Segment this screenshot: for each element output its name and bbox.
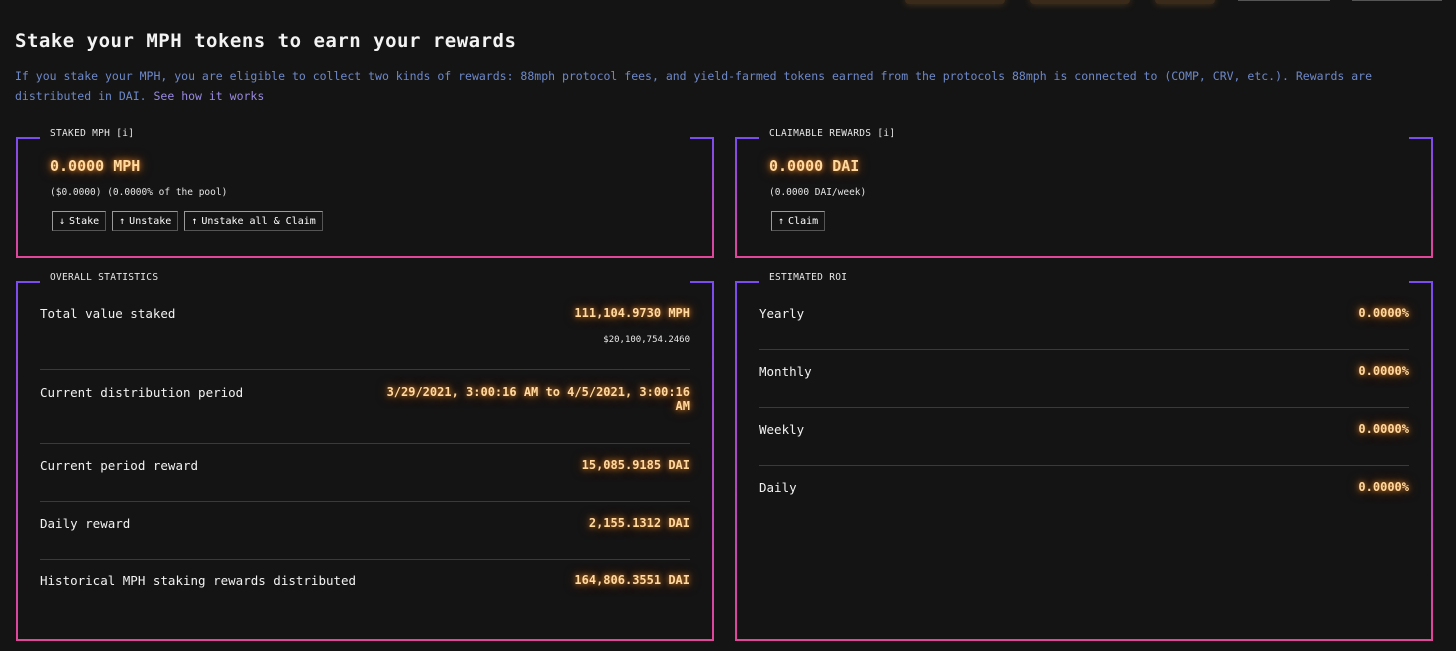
staked-amount: 0.0000 MPH [50, 157, 141, 175]
card-label: STAKED MPH [i] [50, 128, 135, 139]
divider [40, 369, 690, 370]
card-label: ESTIMATED ROI [769, 272, 848, 283]
divider [759, 349, 1409, 350]
divider [40, 443, 690, 444]
claim-actions: ↑ Claim [771, 211, 831, 231]
stat-subvalue-row: $20,100,754.2460 [40, 335, 690, 345]
claimable-detail: (0.0000 DAI/week) [769, 187, 867, 198]
top-nav-item[interactable] [1030, 0, 1130, 4]
top-bar [0, 0, 1456, 6]
claim-button[interactable]: ↑ Claim [771, 211, 826, 231]
roi-value: 0.0000% [1358, 364, 1409, 378]
stat-value: 2,155.1312 DAI [588, 516, 690, 530]
claimable-amount: 0.0000 DAI [769, 157, 860, 175]
stat-row-historical-rewards: Historical MPH staking rewards distribut… [40, 573, 690, 588]
claimable-rewards-card: CLAIMABLE REWARDS [i] 0.0000 DAI (0.0000… [735, 128, 1433, 258]
stat-row-distribution-period: Current distribution period 3/29/2021, 3… [40, 385, 690, 413]
roi-row-daily: Daily 0.0000% [759, 480, 1409, 495]
staked-detail: ($0.0000) (0.0000% of the pool) [50, 187, 228, 198]
page-description: If you stake your MPH, you are eligible … [15, 66, 1435, 106]
staked-mph-card: STAKED MPH [i] 0.0000 MPH ($0.0000) (0.0… [16, 128, 714, 258]
stat-row-current-period-reward: Current period reward 15,085.9185 DAI [40, 458, 690, 473]
roi-value: 0.0000% [1358, 480, 1409, 494]
roi-value: 0.0000% [1358, 306, 1409, 320]
divider [40, 501, 690, 502]
roi-value: 0.0000% [1358, 422, 1409, 436]
top-tab[interactable] [1352, 0, 1442, 1]
arrow-up-icon: ↑ [191, 215, 198, 227]
top-tab[interactable] [1238, 0, 1330, 1]
roi-row-yearly: Yearly 0.0000% [759, 306, 1409, 321]
see-how-it-works-link[interactable]: See how it works [154, 89, 265, 103]
divider [759, 407, 1409, 408]
estimated-roi-card: ESTIMATED ROI Yearly 0.0000% Monthly 0.0… [735, 272, 1433, 641]
stat-value: 3/29/2021, 3:00:16 AM to 4/5/2021, 3:00:… [386, 385, 690, 413]
stat-row-total-value-staked: Total value staked 111,104.9730 MPH [40, 306, 690, 321]
top-nav-item[interactable] [1155, 0, 1215, 4]
stat-subvalue: $20,100,754.2460 [603, 335, 690, 345]
arrow-down-icon: ↓ [59, 215, 66, 227]
arrow-up-icon: ↑ [778, 215, 785, 227]
stat-value: 164,806.3551 DAI [574, 573, 690, 587]
roi-row-weekly: Weekly 0.0000% [759, 422, 1409, 437]
card-label: CLAIMABLE REWARDS [i] [769, 128, 896, 139]
divider [759, 465, 1409, 466]
top-nav-item[interactable] [905, 0, 1005, 4]
unstake-all-claim-button[interactable]: ↑ Unstake all & Claim [184, 211, 323, 231]
stake-button[interactable]: ↓ Stake [52, 211, 107, 231]
stat-value: 111,104.9730 MPH [574, 306, 690, 320]
card-label: OVERALL STATISTICS [50, 272, 159, 283]
stat-row-daily-reward: Daily reward 2,155.1312 DAI [40, 516, 690, 531]
stat-value: 15,085.9185 DAI [581, 458, 690, 472]
unstake-button[interactable]: ↑ Unstake [112, 211, 179, 231]
divider [40, 559, 690, 560]
page-title: Stake your MPH tokens to earn your rewar… [15, 30, 517, 52]
overall-statistics-card: OVERALL STATISTICS Total value staked 11… [16, 272, 714, 641]
staking-actions: ↓ Stake ↑ Unstake ↑ Unstake all & Claim [52, 211, 329, 231]
staking-page: Stake your MPH tokens to earn your rewar… [0, 0, 1456, 651]
arrow-up-icon: ↑ [119, 215, 126, 227]
roi-row-monthly: Monthly 0.0000% [759, 364, 1409, 379]
